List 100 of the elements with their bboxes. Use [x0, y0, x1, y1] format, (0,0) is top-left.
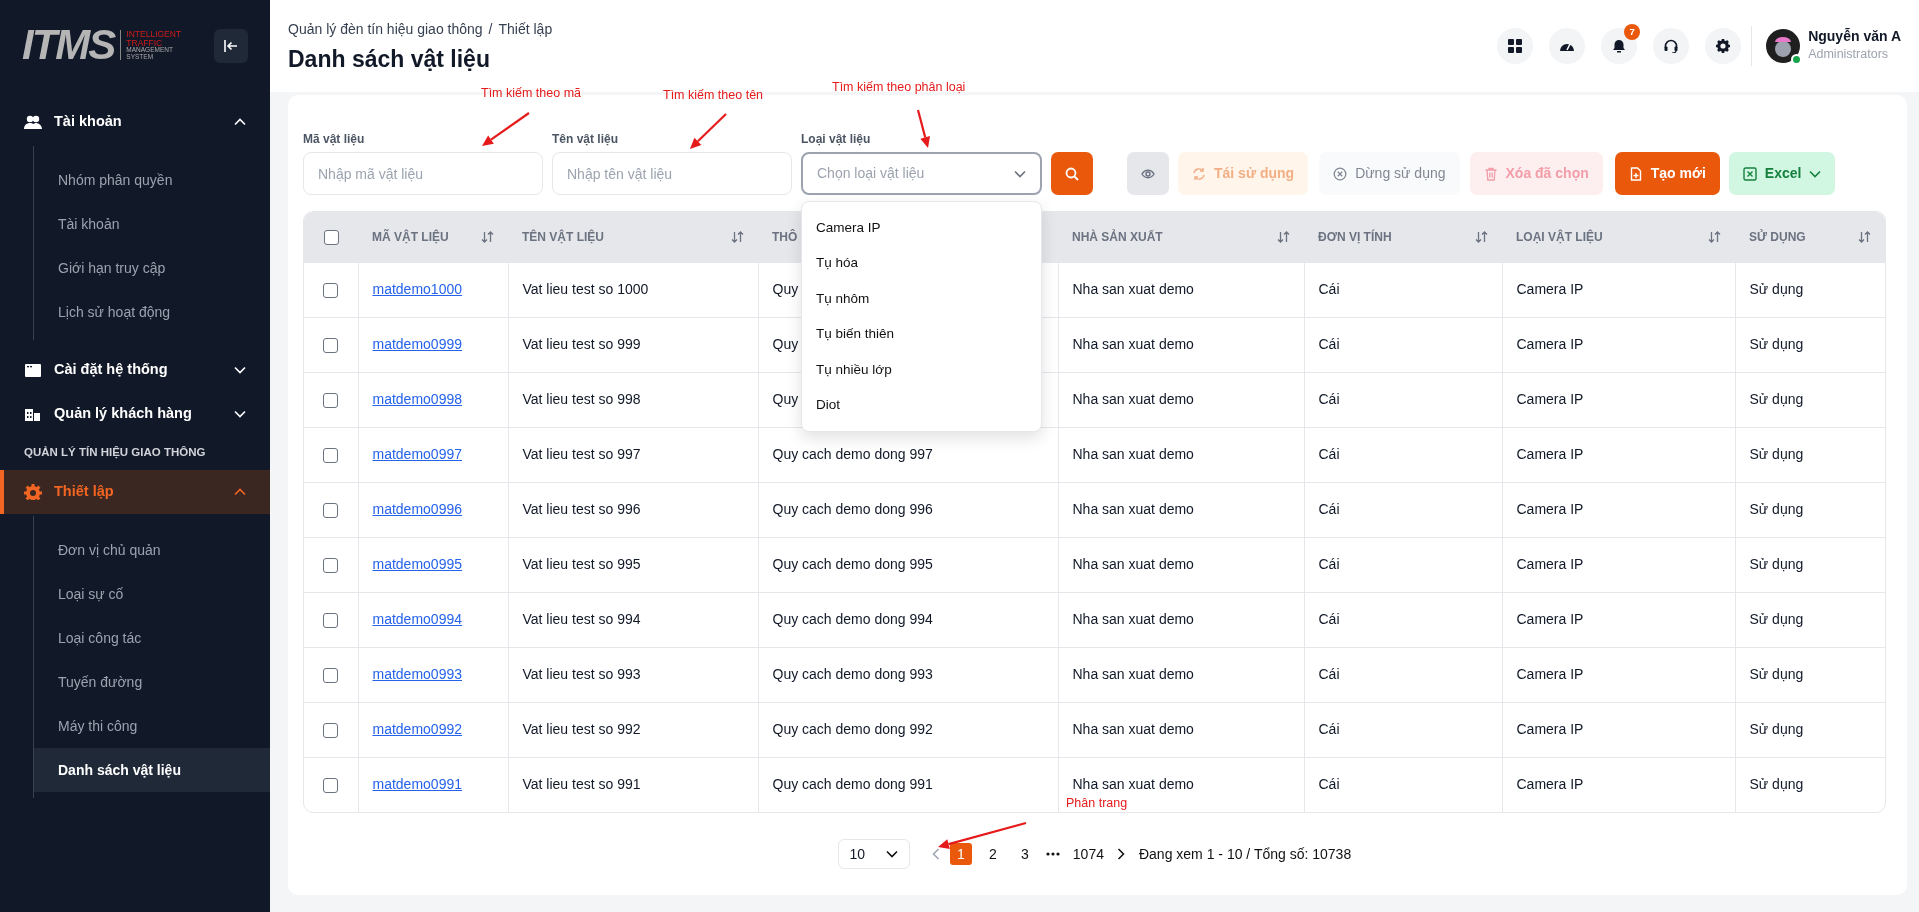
input-field[interactable]: Nhập mã vật liệu: [303, 152, 543, 195]
sidebar-subitem[interactable]: Danh sách vật liệu: [34, 748, 270, 792]
input-field[interactable]: Nhập tên vật liệu: [552, 152, 792, 195]
dropdown-option[interactable]: Diot: [802, 387, 1041, 423]
sort-icon[interactable]: [1858, 230, 1871, 243]
logo-tagline: TRAFFIC: [126, 38, 163, 47]
table-cell: Sử dụng: [1749, 501, 1804, 517]
sidebar-item[interactable]: Cài đặt hệ thống: [0, 348, 270, 392]
select-all-checkbox[interactable]: [323, 230, 339, 246]
material-code-link[interactable]: matdemo1000: [372, 281, 462, 297]
sidebar-item[interactable]: Quản lý khách hàng: [0, 392, 270, 436]
table-cell: Camera IP: [1516, 556, 1584, 572]
chevron-down-icon: [886, 850, 899, 858]
user-name: Nguyễn văn A: [1808, 28, 1901, 45]
annotation-arrow: [482, 112, 530, 146]
avatar[interactable]: [1766, 29, 1801, 63]
table-cell: Vat lieu test so 996: [522, 501, 641, 517]
dashboard-button[interactable]: [1549, 28, 1586, 64]
annotation-arrow: [690, 113, 727, 149]
table-cell: Quy cach demo dong 997: [772, 446, 933, 462]
page-button[interactable]: 1: [949, 843, 972, 865]
dropdown-option[interactable]: Tụ hóa: [802, 245, 1041, 281]
page-button[interactable]: 3: [1013, 843, 1036, 865]
table-cell: Cái: [1318, 776, 1340, 793]
table-cell: Nha san xuat demo: [1072, 776, 1194, 793]
table-cell: Camera IP: [1516, 391, 1584, 407]
dropdown-option[interactable]: Tụ nhiều lớp: [802, 352, 1041, 388]
row-checkbox[interactable]: [323, 392, 339, 408]
table-cell: Camera IP: [1516, 776, 1584, 793]
sort-icon[interactable]: [1277, 230, 1290, 243]
page-title: Danh sách vật liệu: [288, 45, 491, 74]
cancel-circle-icon: [1333, 166, 1348, 181]
page-size-select[interactable]: 10: [837, 839, 910, 869]
sidebar-subitem[interactable]: Lịch sử hoạt động: [34, 290, 270, 334]
apps-button[interactable]: [1497, 28, 1534, 64]
dropdown-option[interactable]: Tụ nhôm: [802, 281, 1041, 317]
material-code-link[interactable]: matdemo0996: [372, 501, 462, 517]
notification-badge: 7: [1624, 24, 1641, 40]
row-checkbox[interactable]: [323, 337, 339, 353]
refresh-icon: [1192, 166, 1206, 181]
support-button[interactable]: [1653, 28, 1690, 64]
dropdown-option[interactable]: Tụ biến thiên: [802, 316, 1041, 352]
table-cell: Cái: [1318, 556, 1340, 572]
sidebar-subitem[interactable]: Nhóm phân quyền: [34, 158, 270, 202]
table-cell: Sử dụng: [1749, 721, 1804, 737]
table-cell: Vat lieu test so 997: [522, 446, 641, 462]
material-code-link[interactable]: matdemo0997: [372, 446, 462, 462]
sidebar-subitem[interactable]: Đơn vị chủ quản: [34, 528, 270, 572]
excel-button[interactable]: Excel: [1728, 152, 1836, 195]
table-cell: Quy cach demo dong 995: [772, 556, 933, 572]
column-header: SỬ DỤNG: [1749, 228, 1806, 246]
table-cell: Vat lieu test so 993: [522, 666, 641, 682]
material-code-link[interactable]: matdemo0994: [372, 611, 462, 627]
annotation-text: Tìm kiếm theo phân loại: [832, 81, 966, 94]
sort-icon[interactable]: [1708, 230, 1721, 243]
table-cell: Sử dụng: [1749, 336, 1804, 352]
table-cell: Nha san xuat demo: [1072, 666, 1194, 682]
chevron-right-icon[interactable]: [1116, 848, 1125, 860]
view-button[interactable]: [1127, 152, 1169, 195]
material-code-link[interactable]: matdemo0998: [372, 391, 462, 407]
sidebar-item[interactable]: Thiết lập: [0, 470, 270, 514]
dropdown-option[interactable]: Camera IP: [802, 210, 1041, 246]
field-label: Mã vật liệu: [303, 131, 366, 144]
settings-button[interactable]: [1705, 28, 1742, 64]
ellipsis-icon[interactable]: [1045, 852, 1060, 856]
create-button[interactable]: Tạo mới: [1614, 152, 1720, 195]
row-checkbox[interactable]: [323, 502, 339, 518]
material-code-link[interactable]: matdemo0992: [372, 721, 462, 737]
sidebar-subitem[interactable]: Loại sự cố: [34, 572, 270, 616]
sidebar-subitem[interactable]: Tài khoản: [34, 202, 270, 246]
table-cell: Sử dụng: [1749, 556, 1804, 572]
row-checkbox[interactable]: [323, 722, 339, 738]
collapse-sidebar-button[interactable]: [214, 29, 248, 63]
sort-icon[interactable]: [1475, 230, 1488, 243]
sort-icon[interactable]: [731, 230, 744, 243]
page-button[interactable]: 1074: [1069, 843, 1107, 865]
material-code-link[interactable]: matdemo0995: [372, 556, 462, 572]
table-cell: Nha san xuat demo: [1072, 336, 1194, 352]
material-code-link[interactable]: matdemo0991: [372, 776, 462, 793]
table-cell: Vat lieu test so 1000: [522, 281, 649, 297]
material-code-link[interactable]: matdemo0999: [372, 336, 462, 352]
sidebar-item[interactable]: Tài khoản: [0, 100, 270, 144]
logo-tagline: INTELLIGENT: [126, 30, 182, 39]
sidebar-subitem[interactable]: Máy thi công: [34, 704, 270, 748]
material-code-link[interactable]: matdemo0993: [372, 666, 462, 682]
row-checkbox[interactable]: [323, 282, 339, 298]
page-button[interactable]: 2: [981, 843, 1004, 865]
sidebar-subitem[interactable]: Giới hạn truy cập: [34, 246, 270, 290]
row-checkbox[interactable]: [323, 612, 339, 628]
search-button[interactable]: [1051, 152, 1093, 195]
row-checkbox[interactable]: [323, 778, 339, 794]
annotation-text: Tìm kiếm theo mã: [481, 87, 582, 100]
breadcrumb-item[interactable]: Thiết lập: [498, 18, 553, 40]
row-checkbox[interactable]: [323, 447, 339, 463]
breadcrumb-item[interactable]: Quản lý đèn tín hiệu giao thông: [288, 18, 483, 40]
row-checkbox[interactable]: [323, 557, 339, 573]
sort-icon[interactable]: [481, 230, 494, 243]
row-checkbox[interactable]: [323, 667, 339, 683]
sidebar-subitem[interactable]: Loại công tác: [34, 616, 270, 660]
sidebar-subitem[interactable]: Tuyến đường: [34, 660, 270, 704]
